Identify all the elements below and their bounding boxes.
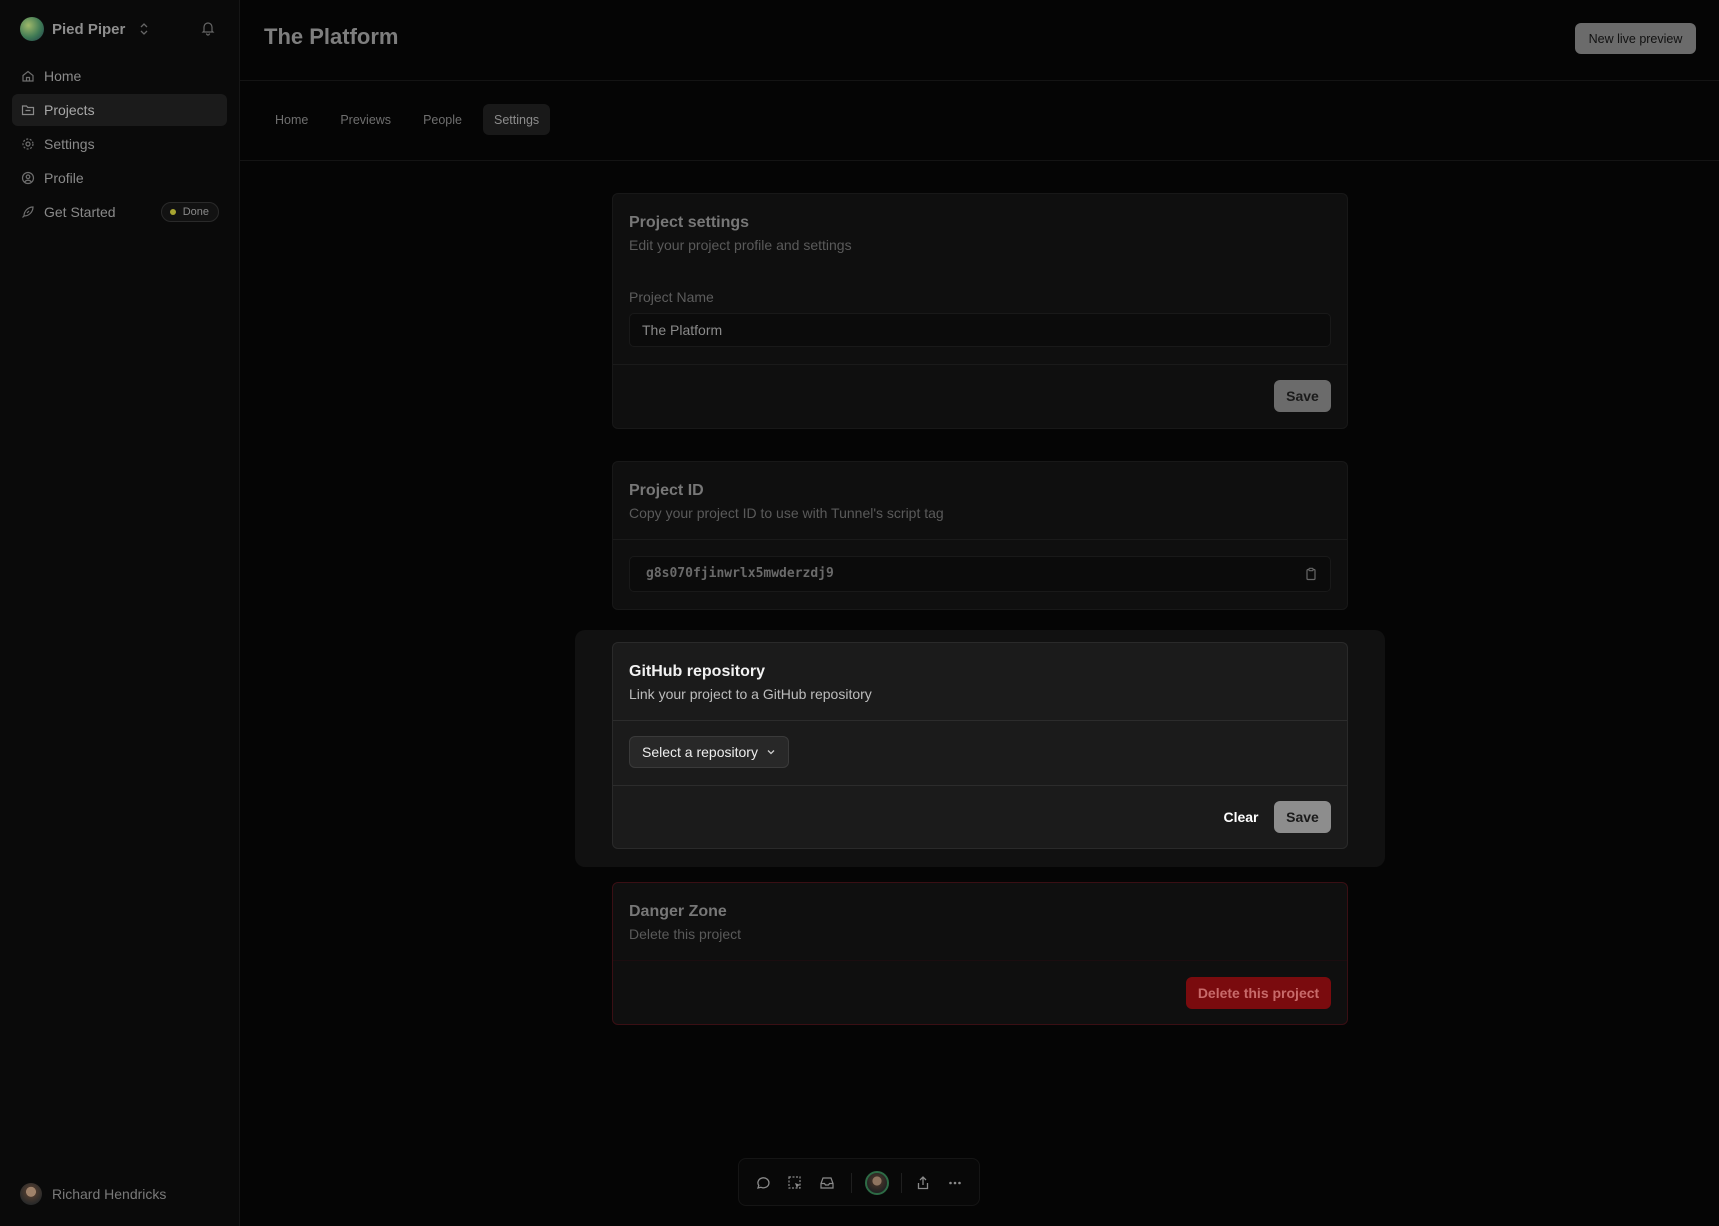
sidebar-nav: Home Projects Settings Profile Get Start… [12, 60, 227, 230]
comment-icon[interactable] [755, 1175, 771, 1191]
user-circle-icon [21, 171, 35, 185]
avatar [20, 1183, 42, 1205]
card-title: Project ID [629, 482, 704, 499]
sidebar-item-settings[interactable]: Settings [12, 128, 227, 160]
sidebar-item-home[interactable]: Home [12, 60, 227, 92]
page-title: The Platform [264, 24, 399, 49]
card-subtitle: Edit your project profile and settings [629, 237, 852, 253]
sidebar-item-label: Projects [44, 102, 95, 118]
github-repository-card: GitHub repository Link your project to a… [612, 642, 1348, 849]
tab-bar: Home Previews People Settings [264, 104, 560, 135]
repository-select[interactable]: Select a repository [629, 736, 789, 768]
save-project-name-button[interactable]: Save [1274, 380, 1331, 412]
clear-repository-button[interactable]: Clear [1213, 801, 1269, 833]
tab-people[interactable]: People [412, 104, 473, 135]
card-divider [613, 960, 1347, 961]
card-divider [613, 539, 1347, 540]
inbox-icon[interactable] [819, 1175, 835, 1191]
floating-toolbar [738, 1158, 980, 1206]
card-title: Danger Zone [629, 903, 727, 920]
toolbar-divider [901, 1173, 902, 1193]
card-subtitle: Copy your project ID to use with Tunnel'… [629, 505, 944, 521]
repository-select-label: Select a repository [642, 744, 758, 760]
sidebar-item-profile[interactable]: Profile [12, 162, 227, 194]
tab-settings[interactable]: Settings [483, 104, 551, 135]
gear-icon [22, 138, 34, 150]
tabs-divider [240, 160, 1719, 161]
sidebar-item-projects[interactable]: Projects [12, 94, 227, 126]
save-repository-button[interactable]: Save [1274, 801, 1331, 833]
card-title: Project settings [629, 214, 750, 231]
sidebar-item-label: Settings [44, 136, 95, 152]
status-dot [169, 209, 176, 215]
bell-icon[interactable] [200, 20, 216, 36]
sidebar: Pied Piper Home Projects Settings Profil… [0, 0, 240, 1226]
home-icon [22, 70, 34, 82]
select-area-icon[interactable] [787, 1175, 803, 1191]
card-title: GitHub repository [629, 663, 766, 680]
user-name: Richard Hendricks [52, 1186, 167, 1202]
project-id-field[interactable]: g8s070fjinwrlx5mwderzdj9 [629, 556, 1331, 592]
danger-zone-card: Danger Zone Delete this project Delete t… [612, 882, 1348, 1025]
more-icon[interactable] [947, 1175, 963, 1191]
card-subtitle: Delete this project [629, 926, 742, 942]
new-live-preview-button[interactable]: New live preview [1575, 23, 1696, 54]
share-icon[interactable] [915, 1175, 931, 1191]
card-divider [613, 785, 1347, 786]
project-name-label: Project Name [629, 289, 714, 305]
status-badge: Done [160, 202, 219, 222]
delete-project-button[interactable]: Delete this project [1186, 977, 1331, 1009]
org-name: Pied Piper [52, 20, 126, 38]
sidebar-item-label: Home [44, 68, 82, 84]
toolbar-divider [851, 1173, 852, 1193]
sidebar-item-label: Profile [44, 170, 84, 186]
folder-icon [21, 105, 35, 116]
tab-previews[interactable]: Previews [329, 104, 402, 135]
rocket-icon [22, 206, 34, 218]
chevron-up-down-icon [140, 23, 148, 35]
clipboard-icon[interactable] [1304, 567, 1318, 581]
chevron-down-icon [767, 750, 775, 755]
card-subtitle: Link your project to a GitHub repository [629, 686, 872, 702]
project-name-input[interactable] [629, 313, 1331, 347]
org-logo [20, 17, 44, 41]
project-settings-card: Project settings Edit your project profi… [612, 193, 1348, 429]
header-divider [240, 80, 1719, 81]
sidebar-item-label: Get Started [44, 204, 116, 220]
tab-home[interactable]: Home [264, 104, 319, 135]
status-badge-label: Done [182, 206, 209, 218]
avatar[interactable] [865, 1171, 889, 1195]
card-divider [613, 364, 1347, 365]
card-divider [613, 720, 1347, 721]
org-switcher[interactable]: Pied Piper [20, 16, 220, 42]
project-id-value: g8s070fjinwrlx5mwderzdj9 [646, 566, 834, 581]
project-id-card: Project ID Copy your project ID to use w… [612, 461, 1348, 610]
sidebar-item-get-started[interactable]: Get Started Done [12, 196, 227, 228]
user-menu[interactable]: Richard Hendricks [20, 1183, 166, 1205]
